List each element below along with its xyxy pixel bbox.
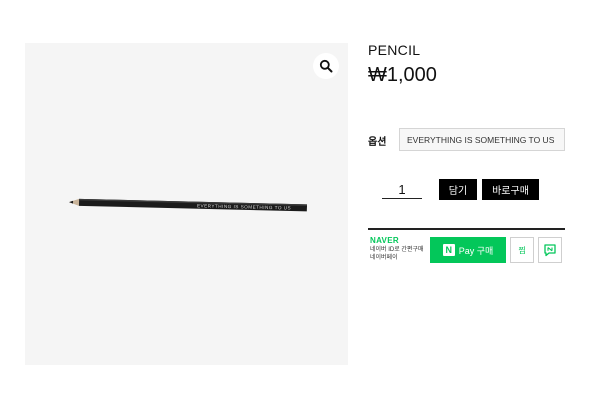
wishlist-button[interactable]: 찜 (510, 237, 534, 263)
naver-desc-line1: 네이버 ID로 간편구매 (370, 247, 424, 253)
section-divider (368, 228, 565, 230)
naver-logo: NAVER (370, 236, 399, 245)
option-select[interactable]: EVERYTHING IS SOMETHING TO US (399, 128, 565, 151)
naver-pay-button[interactable]: N Pay 구매 (430, 237, 506, 263)
product-title: PENCIL (368, 42, 421, 58)
product-image: EVERYTHING IS SOMETHING TO US (25, 43, 348, 365)
pencil-illustration: EVERYTHING IS SOMETHING TO US (69, 198, 308, 212)
option-label: 옵션 (368, 137, 387, 148)
naver-talk-button[interactable] (538, 237, 562, 263)
naver-pay-description: 네이버 ID로 간편구매 네이버페이 (370, 246, 428, 262)
product-price: ₩1,000 (368, 64, 437, 86)
naver-pay-label: Pay 구매 (458, 245, 494, 256)
naver-talk-icon (544, 244, 556, 257)
naver-desc-line2: 네이버페이 (370, 255, 398, 261)
naver-n-icon: N (442, 244, 455, 256)
wishlist-label: 찜 (518, 245, 526, 255)
buy-now-button[interactable]: 바로구매 (482, 179, 539, 200)
magnifier-icon (319, 59, 333, 73)
quantity-input[interactable] (382, 181, 422, 199)
add-to-cart-button[interactable]: 담기 (439, 179, 477, 200)
option-select-value: EVERYTHING IS SOMETHING TO US (407, 134, 555, 145)
zoom-button[interactable] (313, 53, 339, 79)
